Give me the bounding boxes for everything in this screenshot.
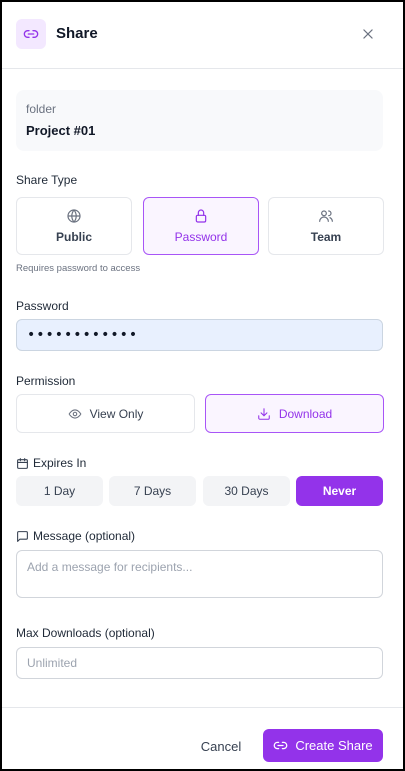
message-textarea[interactable]: Add a message for recipients... — [16, 550, 383, 598]
permission-download[interactable]: Download — [205, 394, 384, 433]
eye-icon — [68, 407, 82, 421]
users-icon — [318, 208, 334, 224]
password-input[interactable]: •••••••••••• — [16, 319, 383, 351]
share-type-public-label: Public — [55, 230, 92, 244]
permission-download-label: Download — [278, 406, 333, 421]
message-icon — [16, 530, 29, 543]
permission-view-only-label: View Only — [89, 406, 144, 421]
permission-view-only[interactable]: View Only — [16, 394, 195, 433]
message-label: Message (optional) — [33, 529, 136, 543]
max-downloads-input[interactable] — [16, 647, 383, 679]
share-dialog: Share folder Project #01 Share Type Publ… — [0, 0, 405, 771]
calendar-icon — [16, 457, 29, 470]
expires-label: Expires In — [33, 456, 87, 470]
dialog-header: Share — [2, 2, 403, 69]
expires-option-30-days[interactable]: 30 Days — [203, 476, 290, 506]
lock-icon — [193, 208, 209, 224]
footer-divider — [2, 707, 403, 708]
cancel-button[interactable]: Cancel — [190, 735, 252, 757]
share-type-password-label: Password — [174, 230, 228, 244]
globe-icon — [66, 208, 82, 224]
expires-option-never[interactable]: Never — [296, 476, 383, 506]
folder-kind: folder — [26, 102, 57, 116]
folder-name: Project #01 — [26, 123, 96, 138]
permission-label: Permission — [16, 374, 76, 388]
share-type-hint: Requires password to access — [16, 263, 141, 274]
share-type-password[interactable]: Password — [143, 197, 259, 255]
expires-label-row: Expires In — [16, 456, 86, 470]
dialog-title: Share — [56, 25, 98, 42]
create-share-label: Create Share — [295, 738, 373, 753]
password-label: Password — [16, 299, 69, 313]
share-type-team-label: Team — [310, 230, 342, 244]
max-downloads-label: Max Downloads (optional) — [16, 626, 155, 640]
share-type-team[interactable]: Team — [268, 197, 384, 255]
share-type-label: Share Type — [16, 173, 78, 187]
expires-option-7-days[interactable]: 7 Days — [109, 476, 196, 506]
folder-info-card: folder Project #01 — [16, 90, 383, 151]
share-type-public[interactable]: Public — [16, 197, 132, 255]
link-icon — [273, 738, 288, 753]
message-label-row: Message (optional) — [16, 529, 135, 543]
close-icon[interactable] — [358, 24, 378, 44]
expires-option-1-day[interactable]: 1 Day — [16, 476, 103, 506]
download-icon — [257, 407, 271, 421]
create-share-button[interactable]: Create Share — [263, 729, 383, 762]
link-icon — [16, 19, 46, 49]
